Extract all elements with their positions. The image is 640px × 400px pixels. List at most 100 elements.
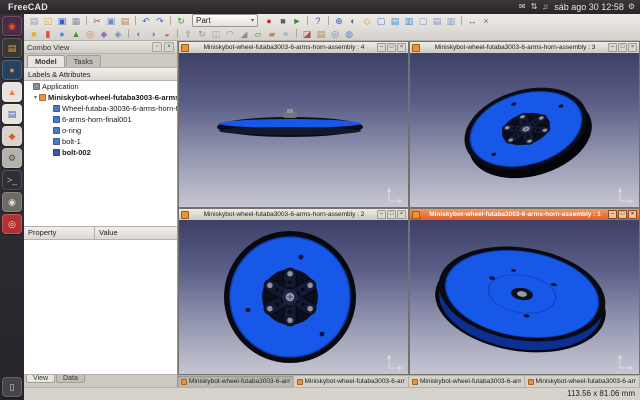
view-front-icon[interactable]: ▢ [375,15,387,27]
property-column-header[interactable]: Property [24,227,95,239]
tree-item[interactable]: Wheel-futaba-30036-6-arms-horn-final [24,103,177,114]
property-editor[interactable] [24,240,177,374]
toolbar-separator[interactable] [170,16,171,25]
minimize-button[interactable]: – [377,43,386,52]
minimize-button[interactable]: – [377,210,386,219]
part-offset-icon[interactable]: ◎ [329,28,341,40]
part-mirror-icon[interactable]: ◫ [210,28,222,40]
macro-stop-icon[interactable]: ■ [277,15,289,27]
view-rear-icon[interactable]: ▢ [417,15,429,27]
tree-expander-icon[interactable]: ▾ [32,94,39,101]
software-center-icon[interactable]: ◆ [2,126,22,146]
measure-clear-icon[interactable]: × [480,15,492,27]
save-document-icon[interactable]: ▣ [56,15,68,27]
new-document-icon[interactable]: ▤ [28,15,40,27]
clock[interactable]: sáb ago 30 12:58 [554,2,624,12]
minimize-button[interactable]: – [608,210,617,219]
tree-item[interactable]: 6-arms-horn-final001 [24,114,177,125]
part-chamfer-icon[interactable]: ◢ [238,28,250,40]
toolbar-separator[interactable] [135,16,136,25]
part-box-icon[interactable]: ■ [28,28,40,40]
whats-this-icon[interactable]: ? [312,15,324,27]
refresh-icon[interactable]: ↻ [175,15,187,27]
view-top-icon[interactable]: ▤ [389,15,401,27]
close-button[interactable]: × [628,43,637,52]
libreoffice-writer-icon[interactable]: ▤ [2,104,22,124]
tree-item[interactable]: Application [24,81,177,92]
messaging-menu-icon[interactable]: ✉ [519,0,526,14]
boolean-cut-icon[interactable]: ◒ [161,28,173,40]
minimize-button[interactable]: – [608,43,617,52]
toolbar-separator[interactable] [296,29,297,38]
maximize-button[interactable]: □ [618,210,627,219]
boolean-union-icon[interactable]: ◐ [133,28,145,40]
viewport-4-titlebar[interactable]: Miniskybot-wheel-futaba3003-6-arms-horn-… [179,42,408,53]
workbench-selector[interactable]: Part ▾ [192,14,258,27]
part-loft-icon[interactable]: ▰ [266,28,278,40]
view-fit-icon[interactable]: ⊕ [333,15,345,27]
taskbar-tab[interactable]: Miniskybot-wheel-futaba3003-6-arms-horn-… [409,376,525,387]
boolean-common-icon[interactable]: ◑ [147,28,159,40]
tree-item[interactable]: ▾ Miniskybot-wheel-futaba3003-6-arms-hor… [24,92,177,103]
combo-view-titlebar[interactable]: Combo View ▫× [24,41,177,54]
sound-icon[interactable]: ♫ [542,0,548,14]
taskbar-tab[interactable]: Miniskybot-wheel-futaba3003-6-arms-horn-… [525,376,640,387]
part-torus-icon[interactable]: ◎ [84,28,96,40]
cut-icon[interactable]: ✂ [91,15,103,27]
view-right-icon[interactable]: ▥ [403,15,415,27]
firefox-icon[interactable]: ● [2,60,22,80]
print-document-icon[interactable]: ▦ [70,15,82,27]
maximize-button[interactable]: □ [618,43,627,52]
toolbar-separator[interactable] [328,16,329,25]
freecad-icon[interactable]: ◎ [2,214,22,234]
system-settings-icon[interactable]: ⚙ [2,148,22,168]
toolbar-separator[interactable] [307,16,308,25]
part-ruled-surface-icon[interactable]: ▱ [252,28,264,40]
viewport-4-canvas[interactable] [179,53,408,207]
property-view-tab[interactable]: View [26,375,55,383]
part-revolve-icon[interactable]: ↻ [196,28,208,40]
shape-builder-icon[interactable]: ◈ [112,28,124,40]
draw-style-icon[interactable]: ◐ [347,15,359,27]
close-button[interactable]: × [397,210,406,219]
toolbar-separator[interactable] [177,29,178,38]
part-sweep-icon[interactable]: ≈ [280,28,292,40]
open-document-icon[interactable]: ◱ [42,15,54,27]
part-cone-icon[interactable]: ▲ [70,28,82,40]
viewport-1-titlebar[interactable]: Miniskybot-wheel-futaba3003-6-arms-horn-… [410,209,639,220]
close-button[interactable]: × [397,43,406,52]
part-cylinder-icon[interactable]: ▮ [42,28,54,40]
viewport-3-canvas[interactable] [410,53,639,207]
value-column-header[interactable]: Value [95,227,122,239]
float-panel-button[interactable]: ▫ [152,42,162,52]
part-extrude-icon[interactable]: ⇧ [182,28,194,40]
view-bottom-icon[interactable]: ▤ [431,15,443,27]
ubuntu-dash-button[interactable]: ◉ [2,16,22,36]
macro-play-icon[interactable]: ► [291,15,303,27]
terminal-icon[interactable]: >_ [2,170,22,190]
session-menu-icon[interactable]: ⚙ [628,0,635,14]
toolbar-separator[interactable] [461,16,462,25]
close-button[interactable]: × [628,210,637,219]
view-axonometric-icon[interactable]: ◇ [361,15,373,27]
close-panel-button[interactable]: × [164,42,174,52]
combo-view-tab[interactable]: Model [27,55,65,67]
copy-icon[interactable]: ▣ [105,15,117,27]
cross-sections-icon[interactable]: ▤ [315,28,327,40]
measure-distance-icon[interactable]: ↔ [466,15,478,27]
tree-item[interactable]: bolt-1 [24,136,177,147]
toolbar-separator[interactable] [86,16,87,25]
macro-record-icon[interactable]: ● [263,15,275,27]
part-section-icon[interactable]: ◪ [301,28,313,40]
tree-item[interactable]: bolt-002 [24,147,177,158]
tree-item[interactable]: o-ring [24,125,177,136]
part-thickness-icon[interactable]: ◍ [343,28,355,40]
maximize-button[interactable]: □ [387,210,396,219]
files-icon[interactable]: ▤ [2,38,22,58]
undo-icon[interactable]: ↶ [140,15,152,27]
network-icon[interactable]: ⇅ [531,0,538,14]
trash-icon[interactable]: ▯ [2,377,22,397]
combo-view-tab[interactable]: Tasks [66,55,101,67]
media-player-icon[interactable]: ▲ [2,82,22,102]
part-sphere-icon[interactable]: ● [56,28,68,40]
